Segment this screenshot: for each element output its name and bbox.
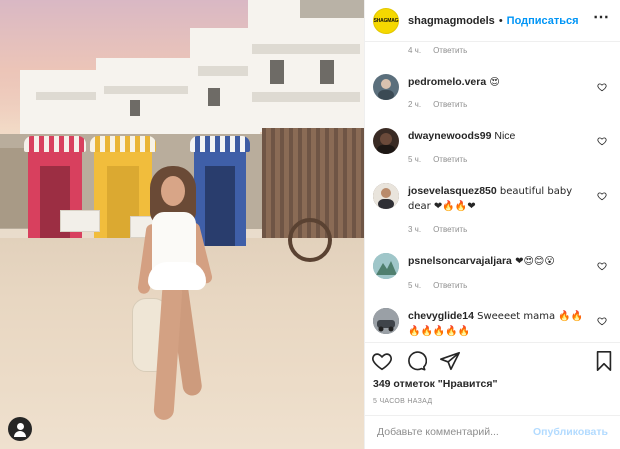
comment-like-icon[interactable] (597, 136, 607, 146)
comment-text: josevelasquez850 beautiful baby dear ❤🔥🔥… (408, 185, 573, 212)
action-bar (371, 350, 617, 374)
commenter-avatar[interactable] (373, 183, 399, 209)
post-sidebar: SHAGMAG shagmagmodels • Подписаться ⋯ 4 … (364, 0, 620, 449)
sunbed (60, 210, 100, 232)
balcony (252, 44, 360, 54)
comment-input[interactable]: Добавьте комментарий... (377, 426, 499, 438)
separator-dot: • (498, 14, 503, 27)
face (161, 176, 185, 206)
post-timestamp: 5 ЧАСОВ НАЗАД (373, 398, 433, 405)
comment-time: 2 ч. (408, 100, 422, 109)
post-header: SHAGMAG shagmagmodels • Подписаться ⋯ (365, 0, 620, 42)
commenter-username[interactable]: pedromelo.vera (408, 76, 486, 88)
comment-meta: 3 ч. Ответить (408, 225, 467, 234)
comment-time: 5 ч. (408, 155, 422, 164)
share-icon[interactable] (439, 350, 461, 372)
reply-button[interactable]: Ответить (433, 225, 467, 234)
author-username[interactable]: shagmagmodels (408, 15, 495, 27)
cart-wheel (288, 218, 332, 262)
bookmark-icon[interactable] (593, 350, 615, 372)
comment-text: chevyglide14 Sweeeet mama 🔥🔥🔥🔥🔥🔥🔥 (408, 310, 584, 337)
user-tag-icon[interactable] (8, 417, 32, 441)
comment-meta: 5 ч. Ответить (408, 281, 467, 290)
commenter-username[interactable]: psnelsoncarvajaljara (408, 255, 512, 267)
post-image[interactable] (0, 0, 364, 449)
comment-time: 3 ч. (408, 225, 422, 234)
commenter-avatar[interactable] (373, 308, 399, 334)
more-icon[interactable]: ⋯ (593, 10, 609, 26)
window (130, 100, 140, 116)
heart-icon[interactable] (371, 350, 393, 372)
commenter-username[interactable]: chevyglide14 (408, 310, 474, 322)
blue-cabana (190, 136, 250, 246)
commenter-avatar[interactable] (373, 74, 399, 100)
commenter-avatar[interactable] (373, 128, 399, 154)
balcony (36, 92, 96, 100)
swim-skirt (148, 262, 206, 290)
publish-button[interactable]: Опубликовать (533, 426, 608, 438)
window (320, 60, 334, 84)
reply-button[interactable]: Ответить (433, 281, 467, 290)
likes-count[interactable]: 349 отметок "Нравится" (373, 378, 497, 390)
building (248, 0, 364, 132)
comment-text: psnelsoncarvajaljara ❤😍😊😮 (408, 255, 555, 267)
reply-button[interactable]: Ответить (433, 100, 467, 109)
comment-meta: 5 ч. Ответить (408, 155, 467, 164)
balcony (104, 86, 188, 94)
comment-icon[interactable] (405, 350, 427, 372)
reply-button[interactable]: Ответить (433, 155, 467, 164)
window (208, 88, 220, 106)
comment-text: pedromelo.vera 😍 (408, 76, 500, 88)
comment-like-icon[interactable] (597, 82, 607, 92)
comment-like-icon[interactable] (597, 261, 607, 271)
building (96, 58, 192, 138)
comment-time: 4 ч. (408, 46, 422, 55)
roof (300, 0, 364, 18)
balcony (252, 92, 360, 102)
comment-time: 5 ч. (408, 281, 422, 290)
commenter-avatar[interactable] (373, 253, 399, 279)
commenter-username[interactable]: josevelasquez850 (408, 185, 497, 197)
building (20, 70, 100, 140)
author-avatar[interactable]: SHAGMAG (373, 7, 399, 34)
comment-text: dwaynewoods99 Nice (408, 130, 516, 142)
divider (365, 415, 620, 416)
reply-button[interactable]: Ответить (433, 46, 467, 55)
window (270, 60, 284, 84)
comment-like-icon[interactable] (597, 191, 607, 201)
commenter-username[interactable]: dwaynewoods99 (408, 130, 491, 142)
comment-like-icon[interactable] (597, 316, 607, 326)
comment-meta: 2 ч. Ответить (408, 100, 467, 109)
divider (365, 342, 620, 343)
follow-button[interactable]: Подписаться (507, 15, 579, 27)
balcony (198, 66, 254, 76)
previous-comment-meta: 4 ч. Ответить (408, 46, 467, 55)
